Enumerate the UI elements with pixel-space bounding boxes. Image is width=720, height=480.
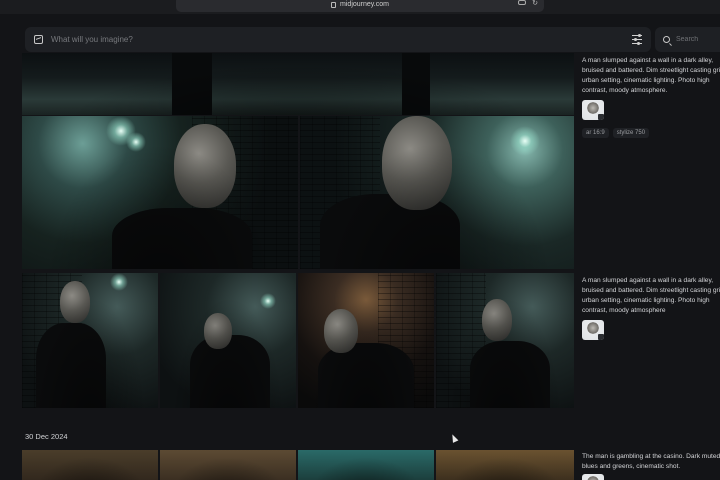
- brick-wall: [300, 116, 380, 269]
- tag-aspect-ratio[interactable]: ar 16:9: [582, 128, 609, 138]
- search-input[interactable]: [676, 36, 720, 43]
- sliders-icon[interactable]: [632, 34, 642, 45]
- job-prompt[interactable]: A man slumped against a wall in a dark a…: [582, 276, 720, 316]
- generated-image[interactable]: [436, 273, 574, 408]
- figure-head: [482, 299, 512, 341]
- job-tags: ar 16:9 stylize 750: [582, 128, 650, 138]
- streetlight: [510, 126, 540, 156]
- figure-head: [204, 313, 232, 349]
- prompt-input[interactable]: [51, 35, 632, 44]
- figure-body: [318, 343, 414, 408]
- figure-head: [324, 309, 358, 353]
- job-prompt[interactable]: The man is gambling at the casino. Dark …: [582, 452, 720, 472]
- avatar[interactable]: [582, 100, 604, 120]
- generated-image[interactable]: [300, 116, 574, 269]
- figure-body: [320, 194, 460, 269]
- search-icon: [663, 36, 670, 43]
- brick-wall: [378, 273, 434, 408]
- search-box[interactable]: [655, 27, 720, 52]
- generated-image[interactable]: [22, 53, 574, 115]
- url-text: midjourney.com: [340, 0, 389, 8]
- reload-icon[interactable]: ↻: [532, 0, 538, 7]
- date-group-label: 30 Dec 2024: [25, 432, 68, 441]
- generated-image[interactable]: [160, 273, 296, 408]
- mouse-cursor-icon: [449, 433, 459, 443]
- figure-head: [60, 281, 90, 323]
- streetlight: [126, 132, 146, 152]
- generated-image[interactable]: [22, 450, 158, 480]
- tag-stylize[interactable]: stylize 750: [612, 128, 650, 138]
- generated-image[interactable]: [22, 273, 158, 408]
- figure-head: [382, 116, 452, 210]
- lock-icon: [331, 2, 337, 8]
- address-bar[interactable]: midjourney.com ↻: [176, 0, 544, 12]
- browser-chrome: midjourney.com ↻: [0, 0, 720, 14]
- prompt-bar[interactable]: [25, 27, 651, 52]
- figure-head: [174, 124, 236, 208]
- generated-image[interactable]: [298, 450, 434, 480]
- generated-image[interactable]: [436, 450, 574, 480]
- generated-image[interactable]: [160, 450, 296, 480]
- streetlight: [110, 273, 128, 291]
- streetlight: [106, 116, 136, 146]
- figure-body: [36, 323, 106, 408]
- avatar[interactable]: [582, 474, 604, 480]
- image-icon[interactable]: [34, 35, 43, 44]
- generated-image[interactable]: [298, 273, 434, 408]
- brick-wall: [192, 116, 298, 269]
- image-detail: [402, 53, 430, 115]
- extension-icon[interactable]: [518, 0, 526, 5]
- figure-body: [112, 208, 252, 269]
- brick-wall: [436, 273, 486, 408]
- figure-body: [470, 341, 550, 408]
- brick-wall: [22, 273, 82, 408]
- figure-body: [190, 335, 270, 408]
- streetlight: [260, 293, 276, 309]
- job-prompt[interactable]: A man slumped against a wall in a dark a…: [582, 56, 720, 96]
- generated-image[interactable]: [22, 116, 298, 269]
- avatar[interactable]: [582, 320, 604, 340]
- image-detail: [172, 53, 212, 115]
